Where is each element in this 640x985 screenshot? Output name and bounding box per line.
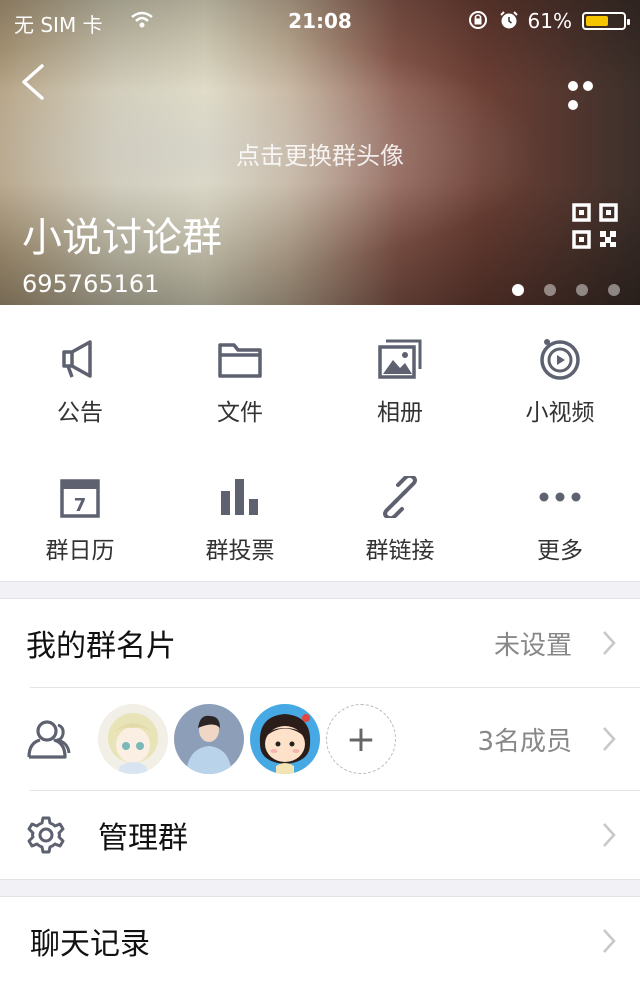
battery-percent: 61%: [527, 9, 572, 33]
link-icon: [383, 476, 417, 518]
member-avatar[interactable]: [250, 704, 320, 774]
member-avatar[interactable]: [98, 704, 168, 774]
section-separator: [0, 581, 640, 599]
manage-group-row[interactable]: 管理群: [0, 791, 640, 879]
chat-history-title: 聊天记录: [30, 927, 150, 962]
chevron-right-icon: [603, 727, 616, 751]
group-info-section: 我的群名片 未设置 + 3名成员 管理群: [0, 599, 640, 879]
vote-label: 群投票: [205, 538, 275, 564]
my-group-card-title: 我的群名片: [26, 629, 176, 664]
link-button[interactable]: 群链接: [320, 443, 480, 581]
folder-icon: [218, 343, 262, 378]
gear-icon: [27, 816, 65, 854]
chevron-right-icon: [603, 929, 616, 953]
member-count: 3名成员: [477, 726, 572, 757]
back-button[interactable]: [18, 62, 48, 102]
album-icon: [378, 339, 422, 379]
vote-button[interactable]: 群投票: [160, 443, 320, 581]
calendar-day: 7: [74, 495, 87, 516]
change-avatar-hint[interactable]: 点击更换群头像: [0, 136, 640, 171]
video-icon: [540, 339, 580, 380]
calendar-icon: 7: [60, 479, 100, 518]
anime-girl-avatar: [98, 704, 168, 774]
rotation-lock-icon: [469, 11, 487, 29]
members-icon: [27, 720, 71, 759]
vote-icon: [221, 479, 258, 515]
announcement-label: 公告: [57, 400, 103, 426]
status-bar: 无 SIM 卡 21:08 61%: [0, 0, 640, 40]
battery-fill: [586, 16, 608, 26]
manage-group-title: 管理群: [98, 821, 188, 856]
alarm-icon: [500, 11, 518, 29]
page-dot: [512, 284, 524, 296]
boy-photo-avatar: [174, 704, 244, 774]
group-header: 无 SIM 卡 21:08 61% 点击更换群头像 小说讨论群 69576516…: [0, 0, 640, 305]
calendar-label: 群日历: [45, 538, 115, 564]
add-member-button[interactable]: +: [326, 704, 396, 774]
battery-icon: [582, 12, 630, 30]
my-group-card-value: 未设置: [493, 630, 572, 661]
members-row[interactable]: + 3名成员: [0, 688, 640, 790]
announcement-button[interactable]: 公告: [0, 305, 160, 443]
more-options-button[interactable]: [568, 76, 612, 110]
album-label: 相册: [377, 400, 423, 426]
feature-grid: 公告 文件 相册 小视频 7 群日历 群投票 群链接 更多: [0, 305, 640, 581]
more-features-label: 更多: [537, 538, 583, 564]
more-features-button[interactable]: 更多: [480, 443, 640, 581]
more-icon: [539, 492, 581, 502]
album-button[interactable]: 相册: [320, 305, 480, 443]
chevron-right-icon: [603, 631, 616, 655]
page-dot: [576, 284, 588, 296]
link-label: 群链接: [365, 538, 435, 564]
qr-code-icon[interactable]: [572, 203, 618, 249]
page-indicator: [492, 281, 620, 300]
group-name: 小说讨论群: [22, 215, 222, 261]
short-video-button[interactable]: 小视频: [480, 305, 640, 443]
group-id: 695765161: [22, 270, 160, 298]
chevron-right-icon: [603, 823, 616, 847]
my-group-card-row[interactable]: 我的群名片 未设置: [0, 599, 640, 687]
files-label: 文件: [217, 400, 263, 426]
cartoon-girl-avatar: [250, 704, 320, 774]
history-section: 聊天记录: [0, 897, 640, 985]
section-separator: [0, 879, 640, 897]
files-button[interactable]: 文件: [160, 305, 320, 443]
page-dot: [608, 284, 620, 296]
short-video-label: 小视频: [525, 400, 595, 426]
member-avatar[interactable]: [174, 704, 244, 774]
megaphone-icon: [62, 340, 92, 378]
page-dot: [544, 284, 556, 296]
chat-history-row[interactable]: 聊天记录: [0, 897, 640, 985]
calendar-button[interactable]: 7 群日历: [0, 443, 160, 581]
